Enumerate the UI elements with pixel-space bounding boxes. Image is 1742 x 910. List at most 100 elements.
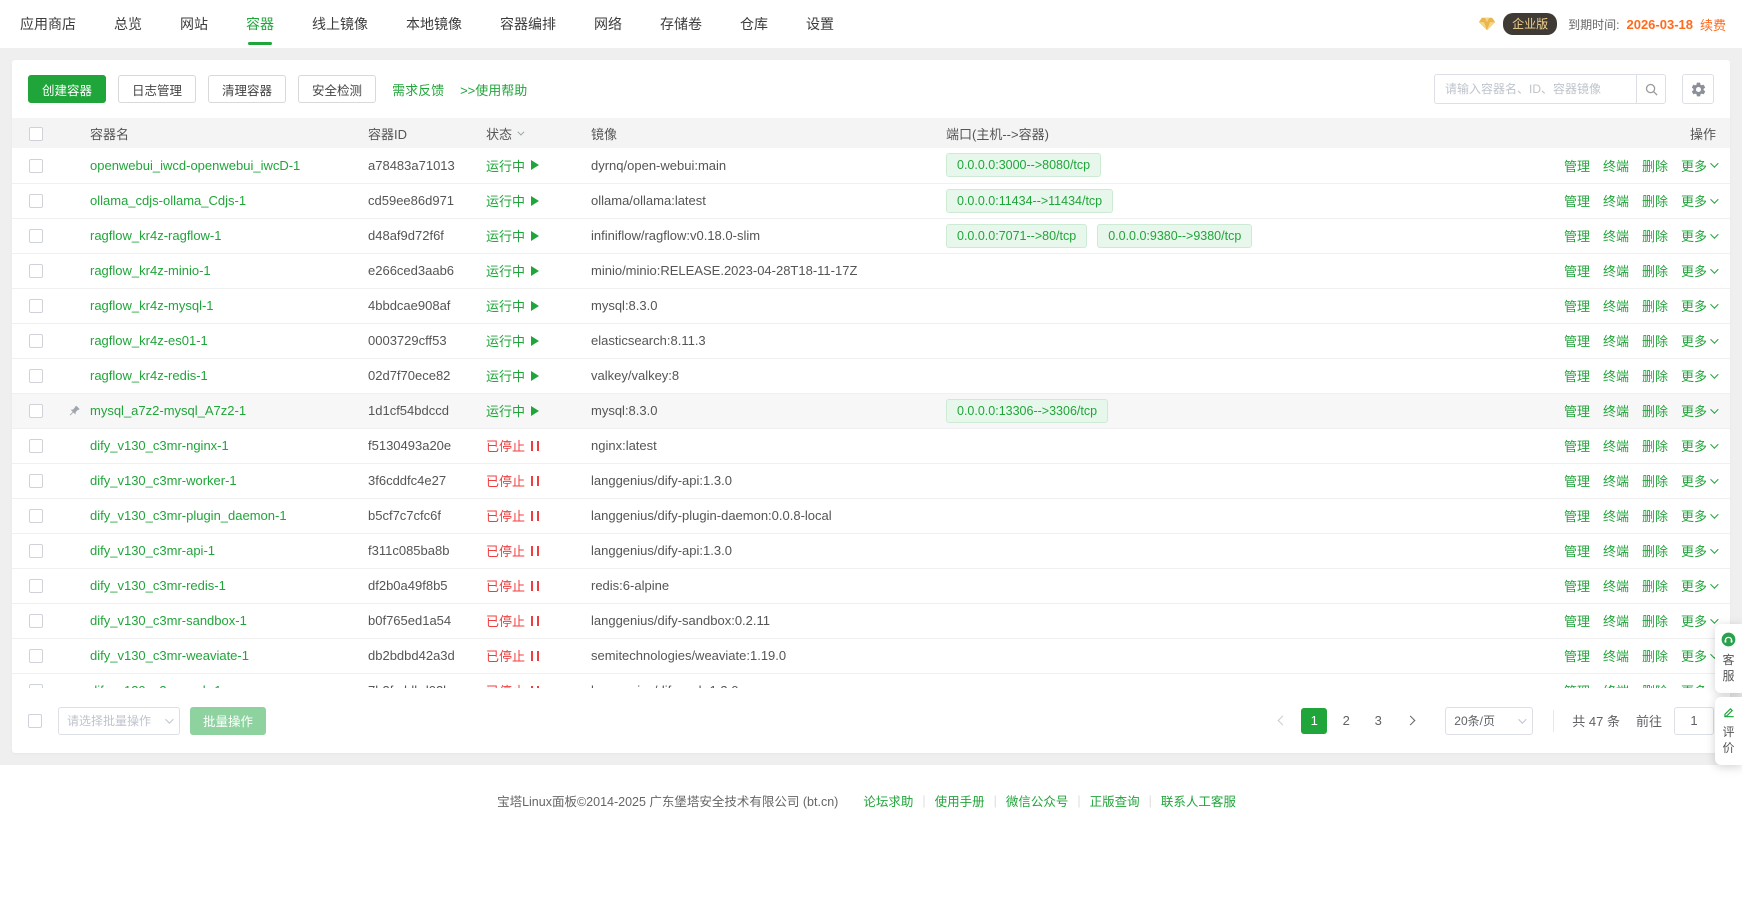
container-name-link[interactable]: dify_v130_c3mr-plugin_daemon-1 [90,508,287,523]
row-op-more[interactable]: 更多 [1681,191,1716,210]
row-op-more[interactable]: 更多 [1681,366,1716,385]
row-op-manage[interactable]: 管理 [1564,611,1590,630]
search-button[interactable] [1636,74,1666,104]
log-management-button[interactable]: 日志管理 [118,75,196,103]
row-op-terminal[interactable]: 终端 [1603,296,1629,315]
row-checkbox[interactable] [29,334,43,348]
customer-service-widget[interactable]: 客服 [1715,624,1742,693]
container-name-link[interactable]: openwebui_iwcd-openwebui_iwcD-1 [90,158,300,173]
row-op-delete[interactable]: 删除 [1642,331,1668,350]
renew-link[interactable]: 续费 [1700,15,1726,34]
footer-link[interactable]: 微信公众号 [1006,791,1069,810]
nav-item-containers[interactable]: 容器 [246,0,274,48]
row-op-manage[interactable]: 管理 [1564,471,1590,490]
container-name-link[interactable]: dify_v130_c3mr-sandbox-1 [90,613,247,628]
page-button-1[interactable]: 1 [1301,708,1327,734]
container-name-link[interactable]: ragflow_kr4z-redis-1 [90,368,208,383]
feedback-link[interactable]: 需求反馈 [392,80,444,99]
row-op-more[interactable]: 更多 [1681,681,1716,688]
container-name-link[interactable]: dify_v130_c3mr-redis-1 [90,578,226,593]
col-header-status[interactable]: 状态 [478,118,583,148]
nav-item-appstore[interactable]: 应用商店 [20,0,76,48]
row-op-terminal[interactable]: 终端 [1603,156,1629,175]
row-checkbox[interactable] [29,299,43,313]
help-link[interactable]: >>使用帮助 [460,80,527,99]
row-op-manage[interactable]: 管理 [1564,541,1590,560]
row-op-manage[interactable]: 管理 [1564,646,1590,665]
row-op-terminal[interactable]: 终端 [1603,191,1629,210]
next-page-button[interactable] [1397,708,1423,734]
nav-item-registry[interactable]: 仓库 [740,0,768,48]
container-name-link[interactable]: ragflow_kr4z-minio-1 [90,263,211,278]
page-button-3[interactable]: 3 [1365,708,1391,734]
clean-container-button[interactable]: 清理容器 [208,75,286,103]
container-name-link[interactable]: ragflow_kr4z-ragflow-1 [90,228,222,243]
row-checkbox[interactable] [29,544,43,558]
nav-item-online-images[interactable]: 线上镜像 [312,0,368,48]
row-op-delete[interactable]: 删除 [1642,401,1668,420]
row-checkbox[interactable] [29,439,43,453]
row-op-manage[interactable]: 管理 [1564,366,1590,385]
page-button-2[interactable]: 2 [1333,708,1359,734]
container-name-link[interactable]: dify_v130_c3mr-worker-1 [90,473,237,488]
row-op-manage[interactable]: 管理 [1564,156,1590,175]
row-op-delete[interactable]: 删除 [1642,226,1668,245]
row-op-delete[interactable]: 删除 [1642,576,1668,595]
row-checkbox[interactable] [29,579,43,593]
row-checkbox[interactable] [29,159,43,173]
page-size-select[interactable]: 20条/页 [1445,707,1533,735]
row-op-more[interactable]: 更多 [1681,296,1716,315]
row-op-terminal[interactable]: 终端 [1603,226,1629,245]
nav-item-overview[interactable]: 总览 [114,0,142,48]
row-op-terminal[interactable]: 终端 [1603,401,1629,420]
container-name-link[interactable]: ollama_cdjs-ollama_Cdjs-1 [90,193,246,208]
row-op-more[interactable]: 更多 [1681,261,1716,280]
container-name-link[interactable]: dify_v130_c3mr-nginx-1 [90,438,229,453]
row-op-terminal[interactable]: 终端 [1603,541,1629,560]
footer-link[interactable]: 联系人工客服 [1161,791,1236,810]
security-check-button[interactable]: 安全检测 [298,75,376,103]
row-op-delete[interactable]: 删除 [1642,191,1668,210]
row-op-terminal[interactable]: 终端 [1603,366,1629,385]
row-checkbox[interactable] [29,229,43,243]
container-name-link[interactable]: dify_v130_c3mr-weaviate-1 [90,648,249,663]
row-op-delete[interactable]: 删除 [1642,156,1668,175]
footer-link[interactable]: 正版查询 [1090,791,1140,810]
container-name-link[interactable]: dify_v130_c3mr-api-1 [90,543,215,558]
row-op-delete[interactable]: 删除 [1642,506,1668,525]
row-op-delete[interactable]: 删除 [1642,366,1668,385]
row-op-more[interactable]: 更多 [1681,611,1716,630]
row-op-delete[interactable]: 删除 [1642,611,1668,630]
nav-item-settings[interactable]: 设置 [806,0,834,48]
row-op-delete[interactable]: 删除 [1642,436,1668,455]
row-op-more[interactable]: 更多 [1681,541,1716,560]
row-op-manage[interactable]: 管理 [1564,401,1590,420]
nav-item-local-images[interactable]: 本地镜像 [406,0,462,48]
row-op-terminal[interactable]: 终端 [1603,506,1629,525]
bulk-select-all-checkbox[interactable] [28,714,42,728]
row-op-manage[interactable]: 管理 [1564,681,1590,688]
create-container-button[interactable]: 创建容器 [28,75,106,103]
footer-link[interactable]: 论坛求助 [863,791,913,810]
row-checkbox[interactable] [29,404,43,418]
row-op-delete[interactable]: 删除 [1642,541,1668,560]
nav-item-compose[interactable]: 容器编排 [500,0,556,48]
row-op-terminal[interactable]: 终端 [1603,646,1629,665]
row-op-manage[interactable]: 管理 [1564,576,1590,595]
row-checkbox[interactable] [29,614,43,628]
container-name-link[interactable]: dify_v130_c3mr-web-1 [90,683,222,688]
row-checkbox[interactable] [29,474,43,488]
nav-item-volumes[interactable]: 存储卷 [660,0,702,48]
row-op-terminal[interactable]: 终端 [1603,471,1629,490]
row-op-terminal[interactable]: 终端 [1603,576,1629,595]
row-op-more[interactable]: 更多 [1681,506,1716,525]
row-checkbox[interactable] [29,194,43,208]
row-op-terminal[interactable]: 终端 [1603,681,1629,688]
row-checkbox[interactable] [29,509,43,523]
row-op-terminal[interactable]: 终端 [1603,331,1629,350]
row-op-terminal[interactable]: 终端 [1603,611,1629,630]
row-op-manage[interactable]: 管理 [1564,436,1590,455]
row-checkbox[interactable] [29,264,43,278]
row-op-manage[interactable]: 管理 [1564,506,1590,525]
container-name-link[interactable]: ragflow_kr4z-mysql-1 [90,298,214,313]
